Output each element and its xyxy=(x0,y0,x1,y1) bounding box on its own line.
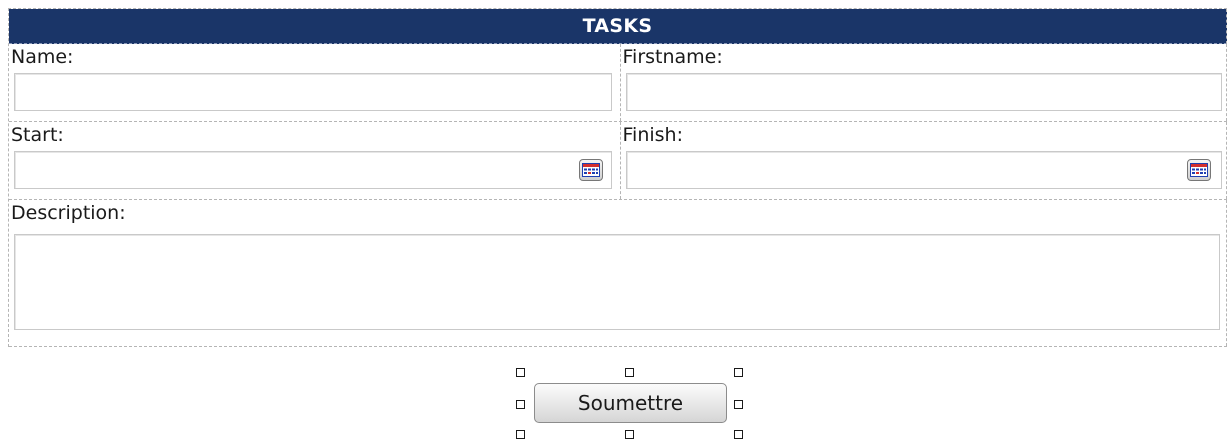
firstname-cell: Firstname: xyxy=(621,44,1227,121)
start-calendar-button[interactable] xyxy=(579,159,603,181)
resize-handle-middle-left[interactable] xyxy=(516,400,525,409)
name-input[interactable] xyxy=(14,73,612,111)
form-header: TASKS xyxy=(9,9,1227,44)
resize-handle-top-center[interactable] xyxy=(625,368,634,377)
finish-calendar-button[interactable] xyxy=(1186,159,1211,181)
submit-selection: Soumettre xyxy=(516,368,743,439)
description-row: Description: xyxy=(9,200,1227,347)
start-date-input[interactable] xyxy=(14,151,612,189)
form-title: TASKS xyxy=(582,15,653,37)
name-label: Name: xyxy=(11,46,74,68)
name-row: Name: Firstname: xyxy=(9,44,1227,122)
resize-handle-middle-right[interactable] xyxy=(734,400,743,409)
description-label: Description: xyxy=(11,202,126,224)
calendar-icon xyxy=(1189,163,1208,177)
tasks-form: TASKS Name: Firstname: Start: Finish: De… xyxy=(8,8,1227,347)
submit-button[interactable]: Soumettre xyxy=(534,383,727,423)
resize-handle-bottom-left[interactable] xyxy=(516,430,525,439)
description-cell: Description: xyxy=(9,200,1227,346)
calendar-icon xyxy=(582,163,600,177)
start-label: Start: xyxy=(11,124,64,146)
resize-handle-bottom-right[interactable] xyxy=(734,430,743,439)
finish-cell: Finish: xyxy=(621,122,1227,199)
resize-handle-top-right[interactable] xyxy=(734,368,743,377)
description-textarea[interactable] xyxy=(14,234,1220,330)
name-cell: Name: xyxy=(9,44,621,121)
dates-row: Start: Finish: xyxy=(9,122,1227,200)
resize-handle-top-left[interactable] xyxy=(516,368,525,377)
firstname-input[interactable] xyxy=(625,73,1222,111)
finish-date-input[interactable] xyxy=(625,151,1222,189)
finish-label: Finish: xyxy=(622,124,684,146)
start-cell: Start: xyxy=(9,122,621,199)
resize-handle-bottom-center[interactable] xyxy=(625,430,634,439)
firstname-label: Firstname: xyxy=(622,46,723,68)
